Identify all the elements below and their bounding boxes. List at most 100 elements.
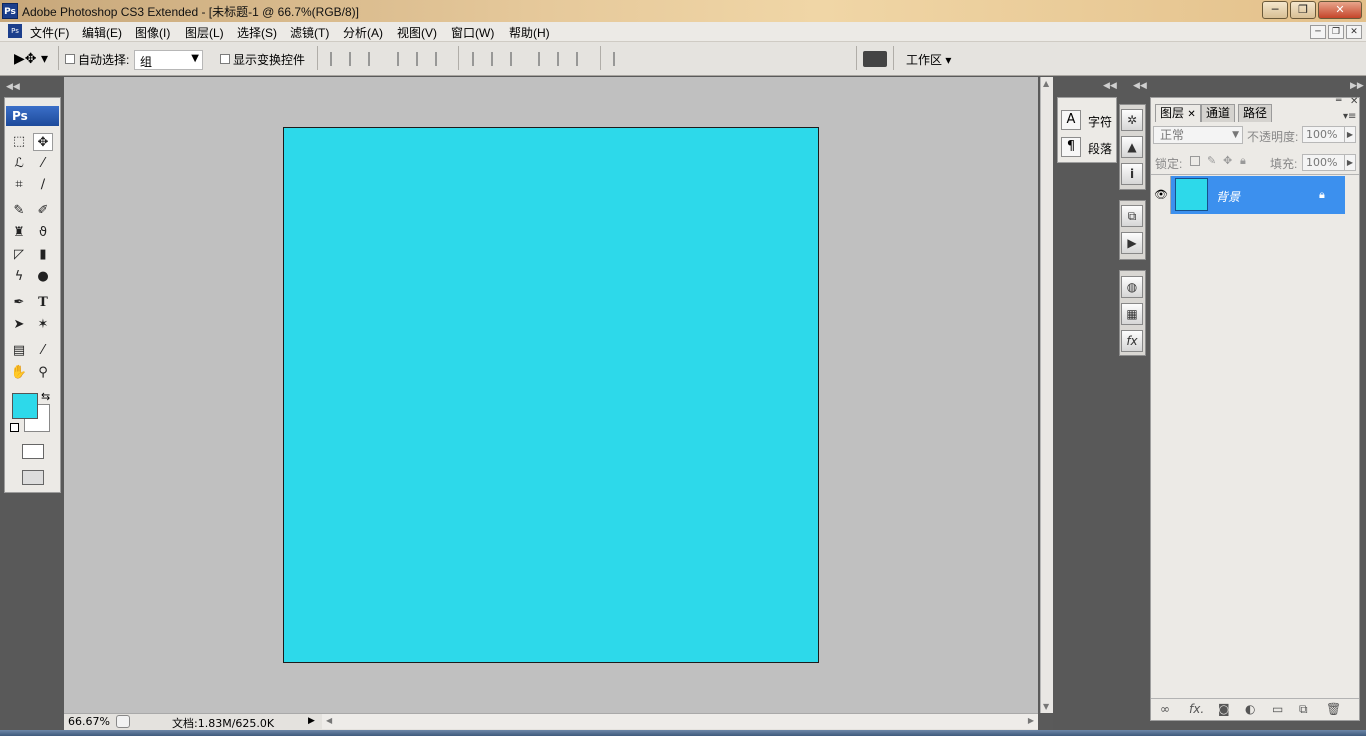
move-tool-icon[interactable]: ✥ — [33, 133, 53, 151]
layer-name[interactable]: 背景 — [1216, 188, 1240, 205]
menu-image[interactable]: 图像(I) — [135, 24, 170, 41]
panel-close-icon[interactable]: ✕ — [1350, 96, 1358, 107]
opacity-input[interactable]: 100% — [1302, 126, 1346, 143]
align-top-icon[interactable] — [330, 52, 344, 66]
screen-mode-icon[interactable] — [22, 470, 44, 485]
vertical-scrollbar[interactable]: ▲ ▼ — [1040, 77, 1053, 713]
distribute-left-icon[interactable] — [538, 52, 552, 66]
doc-close-button[interactable]: ✕ — [1346, 25, 1362, 39]
eye-icon[interactable]: 👁︎ — [1154, 188, 1168, 201]
eyedropper-tool-icon[interactable]: ⁄ — [33, 342, 53, 360]
tab-channels[interactable]: 通道 — [1201, 104, 1236, 122]
blur-tool-icon[interactable]: ϟ — [9, 268, 29, 286]
scroll-left-icon[interactable]: ◀ — [326, 716, 332, 725]
lock-pixels-icon[interactable]: ✎ — [1207, 154, 1216, 167]
group-icon[interactable]: ▭ — [1272, 702, 1283, 716]
gradient-tool-icon[interactable]: ▮ — [33, 246, 53, 264]
tab-layers[interactable]: 图层 ✕ — [1155, 104, 1201, 122]
history-brush-tool-icon[interactable]: ϑ — [33, 224, 53, 242]
auto-align-icon[interactable] — [613, 52, 627, 66]
distribute-right-icon[interactable] — [576, 52, 590, 66]
menu-window[interactable]: 窗口(W) — [451, 24, 494, 41]
lock-transparency-icon[interactable] — [1190, 156, 1200, 166]
scroll-right-icon[interactable]: ▶ — [1028, 716, 1034, 725]
swap-colors-icon[interactable]: ⇆ — [41, 390, 50, 403]
quick-mask-icon[interactable] — [22, 444, 44, 459]
blend-mode-dropdown[interactable]: 正常 ▼ — [1153, 126, 1243, 144]
path-selection-tool-icon[interactable]: ➤ — [9, 316, 29, 334]
align-hcenter-icon[interactable] — [416, 52, 430, 66]
distribute-vcenter-icon[interactable] — [491, 52, 505, 66]
pen-tool-icon[interactable]: ✒ — [9, 294, 29, 312]
menu-filter[interactable]: 滤镜(T) — [290, 24, 329, 41]
collapse-dock-icon[interactable]: ▶▶ — [1350, 81, 1364, 91]
doc-restore-button[interactable]: ❐ — [1328, 25, 1344, 39]
close-button[interactable]: ✕ — [1318, 1, 1362, 19]
workspace-button[interactable]: 工作区 ▾ — [906, 51, 951, 68]
healing-brush-tool-icon[interactable]: ✎ — [9, 202, 29, 220]
menu-analysis[interactable]: 分析(A) — [343, 24, 383, 41]
character-panel-label[interactable]: 字符 — [1088, 113, 1112, 130]
trash-icon[interactable]: 🗑︎ — [1326, 702, 1341, 716]
document-canvas[interactable] — [283, 127, 819, 663]
bridge-icon[interactable] — [863, 51, 887, 67]
type-tool-icon[interactable]: T — [33, 294, 53, 312]
adjustment-icon[interactable]: ◐ — [1245, 702, 1255, 716]
navigator-icon[interactable]: ✲ — [1121, 109, 1143, 131]
maximize-button[interactable]: ❐ — [1290, 1, 1316, 19]
brush-tool-icon[interactable]: ✐ — [33, 202, 53, 220]
custom-shape-tool-icon[interactable]: ✶ — [33, 316, 53, 334]
new-layer-icon[interactable]: ⧉ — [1299, 702, 1308, 717]
panel-menu-icon[interactable]: ▾≡ — [1343, 111, 1356, 122]
menu-layer[interactable]: 图层(L) — [185, 24, 224, 41]
minimize-button[interactable]: ─ — [1262, 1, 1288, 19]
mask-icon[interactable]: ◙ — [1218, 702, 1230, 716]
scroll-down-icon[interactable]: ▼ — [1043, 702, 1049, 711]
align-vcenter-icon[interactable] — [349, 52, 363, 66]
character-icon[interactable]: A — [1061, 110, 1081, 130]
default-colors-icon[interactable] — [10, 423, 19, 432]
dodge-tool-icon[interactable]: ● — [33, 268, 53, 286]
paragraph-icon[interactable]: ¶ — [1061, 137, 1081, 157]
zoom-tool-icon[interactable]: ⚲ — [33, 364, 53, 382]
collapse-toolbox-icon[interactable]: ◀◀ — [6, 82, 20, 92]
auto-select-dropdown[interactable]: 组 ▼ — [134, 50, 203, 70]
collapse-dock-icon[interactable]: ◀◀ — [1133, 81, 1147, 91]
lasso-tool-icon[interactable]: ℒ — [9, 155, 29, 173]
menu-view[interactable]: 视图(V) — [397, 24, 437, 41]
close-tab-icon[interactable]: ✕ — [1187, 109, 1195, 120]
fx-icon[interactable]: fx. — [1189, 702, 1204, 716]
fill-slider-button[interactable]: ▶ — [1344, 154, 1356, 171]
layer-thumbnail[interactable] — [1175, 178, 1208, 211]
show-transform-checkbox[interactable] — [220, 54, 230, 64]
paragraph-panel-label[interactable]: 段落 — [1088, 140, 1112, 157]
scroll-up-icon[interactable]: ▲ — [1043, 79, 1049, 88]
distribute-bottom-icon[interactable] — [510, 52, 524, 66]
align-right-icon[interactable] — [435, 52, 449, 66]
status-menu-arrow-icon[interactable]: ▶ — [308, 716, 315, 726]
align-bottom-icon[interactable] — [368, 52, 382, 66]
actions-icon[interactable]: ▶ — [1121, 232, 1143, 254]
align-left-icon[interactable] — [397, 52, 411, 66]
horizontal-scrollbar[interactable]: ◀ ▶ — [322, 714, 1038, 729]
slice-tool-icon[interactable]: ∕ — [33, 176, 53, 194]
color-icon[interactable]: ◍ — [1121, 276, 1143, 298]
menu-file[interactable]: 文件(F) — [30, 24, 69, 41]
distribute-hcenter-icon[interactable] — [557, 52, 571, 66]
lock-position-icon[interactable]: ✥ — [1223, 154, 1232, 167]
swatches-icon[interactable]: ▦ — [1121, 303, 1143, 325]
collapse-dock-icon[interactable]: ◀◀ — [1103, 81, 1117, 91]
zoom-level[interactable]: 66.67% — [68, 715, 110, 728]
doc-ps-icon[interactable]: Ps — [8, 24, 22, 38]
tab-paths[interactable]: 路径 — [1238, 104, 1273, 122]
foreground-color-swatch[interactable] — [12, 393, 38, 419]
distribute-top-icon[interactable] — [472, 52, 486, 66]
marquee-tool-icon[interactable]: ⬚ — [9, 133, 29, 151]
styles-icon[interactable]: fx — [1121, 330, 1143, 352]
lock-all-icon[interactable]: 🔒︎ — [1240, 154, 1246, 168]
menu-select[interactable]: 选择(S) — [237, 24, 277, 41]
crop-tool-icon[interactable]: ⌗ — [9, 176, 29, 194]
history-icon[interactable]: ⧉ — [1121, 205, 1143, 227]
doc-minimize-button[interactable]: ─ — [1310, 25, 1326, 39]
auto-select-checkbox[interactable] — [65, 54, 75, 64]
